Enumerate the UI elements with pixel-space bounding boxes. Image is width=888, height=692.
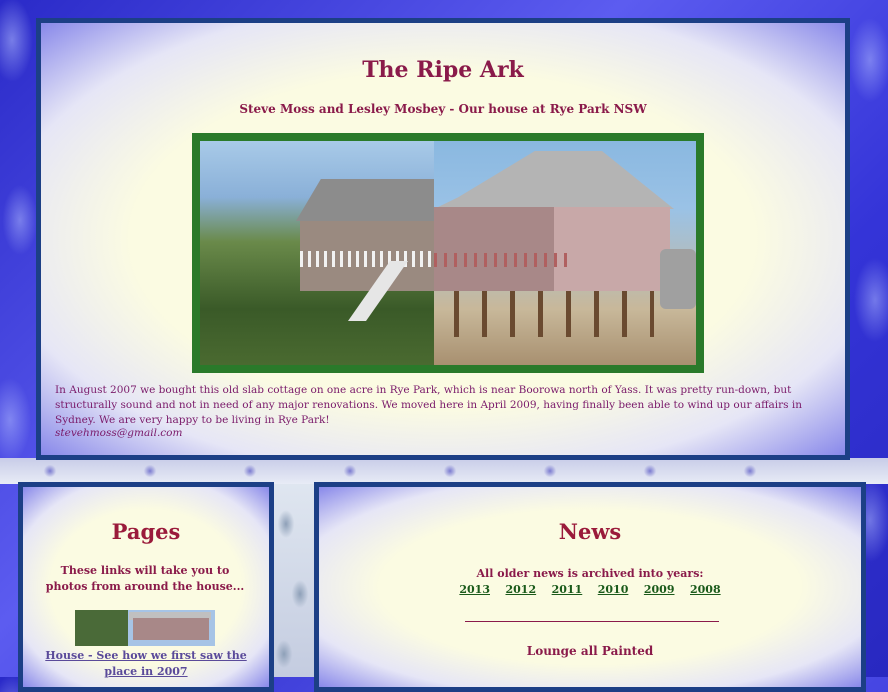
year-link-2009[interactable]: 2009: [644, 583, 675, 596]
pages-panel: Pages These links will take you to photo…: [18, 482, 274, 692]
year-link-2010[interactable]: 2010: [598, 583, 629, 596]
pages-description: These links will take you to photos from…: [45, 564, 245, 593]
intro-paragraph: In August 2007 we bought this old slab c…: [55, 384, 803, 426]
site-title: The Ripe Ark: [362, 57, 524, 83]
news-panel: News All older news is archived into yea…: [314, 482, 866, 692]
year-link-2012[interactable]: 2012: [506, 583, 537, 596]
year-link-2008[interactable]: 2008: [690, 583, 721, 596]
archive-year-links: 2013 2012 2011 2010 2009 2008: [319, 583, 861, 596]
news-divider: [465, 621, 719, 622]
contact-email: stevehmoss@gmail.com: [55, 427, 183, 439]
pages-heading: Pages: [111, 519, 181, 544]
header-panel: The Ripe Ark Steve Moss and Lesley Mosbe…: [36, 18, 850, 460]
year-link-2013[interactable]: 2013: [459, 583, 490, 596]
news-item-title: Lounge all Painted: [526, 644, 654, 658]
hero-photo-frame: [192, 133, 704, 373]
news-archive-label: All older news is archived into years:: [476, 567, 704, 580]
house-photo-left: [200, 141, 434, 365]
background-vine-column: [272, 484, 314, 677]
hero-house-photo: [200, 141, 696, 365]
news-heading: News: [558, 519, 622, 544]
house-thumbnail[interactable]: [75, 610, 215, 646]
site-subtitle: Steve Moss and Lesley Mosbey - Our house…: [239, 102, 647, 116]
house-page-link[interactable]: House - See how we first saw the place i…: [41, 648, 251, 680]
house-photo-right: [434, 141, 696, 365]
year-link-2011[interactable]: 2011: [552, 583, 583, 596]
background-vine-band: [0, 458, 888, 484]
